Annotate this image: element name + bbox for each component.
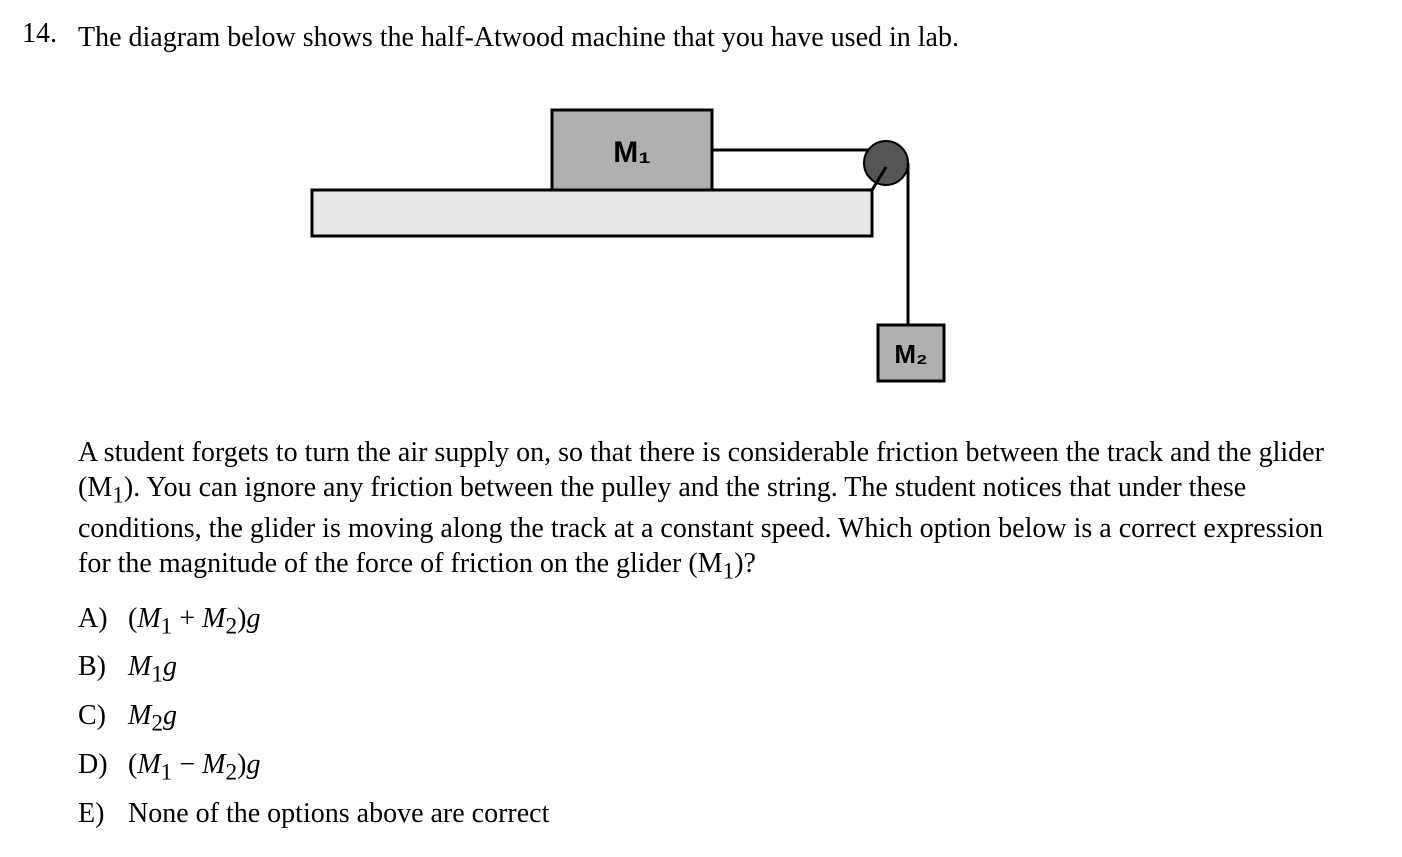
label-m2: M₂ bbox=[894, 339, 927, 369]
option-label: E) bbox=[78, 792, 114, 837]
option-label: D) bbox=[78, 743, 114, 792]
option-c: C) M2g bbox=[78, 694, 1362, 743]
half-atwood-diagram: M₁ M₂ bbox=[22, 95, 1362, 395]
option-label: A) bbox=[78, 597, 114, 646]
question-number: 14. bbox=[22, 18, 57, 50]
option-e: E) None of the options above are correct bbox=[78, 792, 1362, 837]
option-b: B) M1g bbox=[78, 645, 1362, 694]
option-a: A) (M1 + M2)g bbox=[78, 597, 1362, 646]
answer-options: A) (M1 + M2)g B) M1g C) M2g D) (M1 − M2)… bbox=[78, 597, 1362, 837]
pulley bbox=[864, 141, 908, 185]
option-expression: M2g bbox=[128, 694, 177, 743]
track bbox=[312, 190, 872, 236]
option-label: C) bbox=[78, 694, 114, 743]
label-m1: M₁ bbox=[613, 136, 650, 169]
option-label: B) bbox=[78, 645, 114, 694]
option-expression: (M1 + M2)g bbox=[128, 597, 260, 646]
question-stem: The diagram below shows the half-Atwood … bbox=[78, 20, 1362, 55]
option-expression: (M1 − M2)g bbox=[128, 743, 260, 792]
option-expression: M1g bbox=[128, 645, 177, 694]
question-body: A student forgets to turn the air supply… bbox=[78, 435, 1342, 587]
option-d: D) (M1 − M2)g bbox=[78, 743, 1362, 792]
option-expression: None of the options above are correct bbox=[128, 792, 549, 837]
